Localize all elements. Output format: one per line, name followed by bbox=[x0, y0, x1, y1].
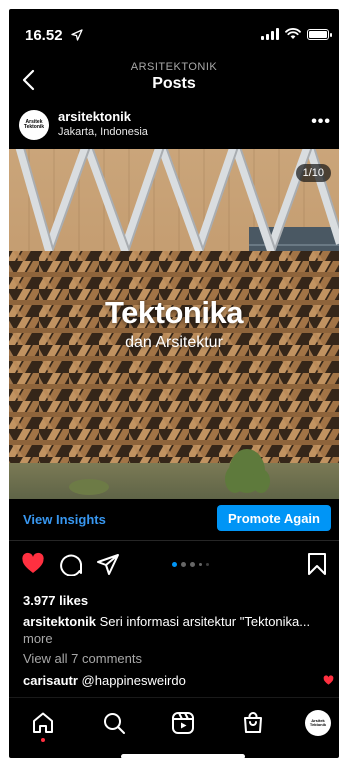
carousel-dot bbox=[190, 562, 195, 567]
post-header: Arsitek Tektonik arsitektonik Jakarta, I… bbox=[9, 105, 339, 149]
shop-icon[interactable] bbox=[241, 711, 265, 735]
search-icon[interactable] bbox=[102, 711, 126, 735]
comment-preview: carisautr @happinesweirdo bbox=[23, 673, 334, 688]
insights-bar: View Insights Promote Again bbox=[9, 499, 339, 541]
home-active-indicator bbox=[41, 738, 45, 742]
image-overlay-subtitle: dan Arsitektur bbox=[125, 334, 223, 351]
carousel-indicator bbox=[172, 562, 209, 567]
bookmark-icon[interactable] bbox=[305, 552, 329, 576]
post-actions bbox=[9, 544, 339, 584]
home-indicator bbox=[121, 754, 245, 758]
page-title: Posts bbox=[152, 75, 196, 92]
status-time: 16.52 bbox=[25, 27, 63, 44]
comment-username[interactable]: carisautr bbox=[23, 673, 78, 688]
nav-header: ARSITEKTONIK Posts bbox=[9, 59, 339, 103]
cellular-signal-icon bbox=[261, 28, 279, 40]
caption-more-link[interactable]: more bbox=[23, 631, 53, 646]
share-icon[interactable] bbox=[96, 552, 120, 576]
post-username[interactable]: arsitektonik bbox=[58, 109, 131, 124]
likes-count[interactable]: 3.977 likes bbox=[23, 593, 88, 608]
image-overlay-title: Tektonika bbox=[105, 295, 243, 330]
view-insights-link[interactable]: View Insights bbox=[23, 512, 106, 527]
promote-again-button[interactable]: Promote Again bbox=[217, 505, 331, 531]
caption-username[interactable]: arsitektonik bbox=[23, 614, 96, 629]
status-icons bbox=[261, 28, 332, 40]
comment-text: @happinesweirdo bbox=[77, 673, 186, 688]
reels-icon[interactable] bbox=[171, 711, 195, 735]
account-label: ARSITEKTONIK bbox=[130, 61, 218, 73]
comment-icon[interactable] bbox=[59, 552, 83, 576]
home-icon[interactable] bbox=[31, 711, 55, 735]
carousel-dot bbox=[181, 562, 186, 567]
status-bar: 16.52 bbox=[9, 9, 339, 53]
bottom-tab-bar: Arsitek Tektonik bbox=[9, 697, 339, 747]
carousel-dot-active bbox=[172, 562, 177, 567]
more-options-icon[interactable]: ••• bbox=[311, 113, 331, 131]
post-avatar[interactable]: Arsitek Tektonik bbox=[19, 110, 49, 140]
profile-avatar[interactable]: Arsitek Tektonik bbox=[305, 710, 331, 736]
view-all-comments-link[interactable]: View all 7 comments bbox=[23, 651, 142, 666]
location-arrow-icon bbox=[71, 29, 83, 41]
carousel-dot bbox=[199, 563, 202, 566]
carousel-dot bbox=[206, 563, 209, 566]
battery-icon bbox=[307, 28, 332, 40]
post-caption: arsitektonik Seri informasi arsitektur "… bbox=[23, 613, 333, 647]
image-counter-badge: 1/10 bbox=[295, 164, 331, 182]
wifi-icon bbox=[285, 28, 301, 39]
comment-like-icon[interactable] bbox=[323, 675, 334, 686]
post-location[interactable]: Jakarta, Indonesia bbox=[58, 126, 148, 138]
heart-icon[interactable] bbox=[21, 552, 45, 576]
post-image[interactable]: 1/10 Tektonika dan Arsitektur bbox=[9, 149, 339, 499]
caption-text: Seri informasi arsitektur "Tektonika... bbox=[95, 614, 311, 629]
phone-screen: 16.52 ARSITEKTONIK Posts Arsitek Tektoni… bbox=[9, 9, 339, 758]
